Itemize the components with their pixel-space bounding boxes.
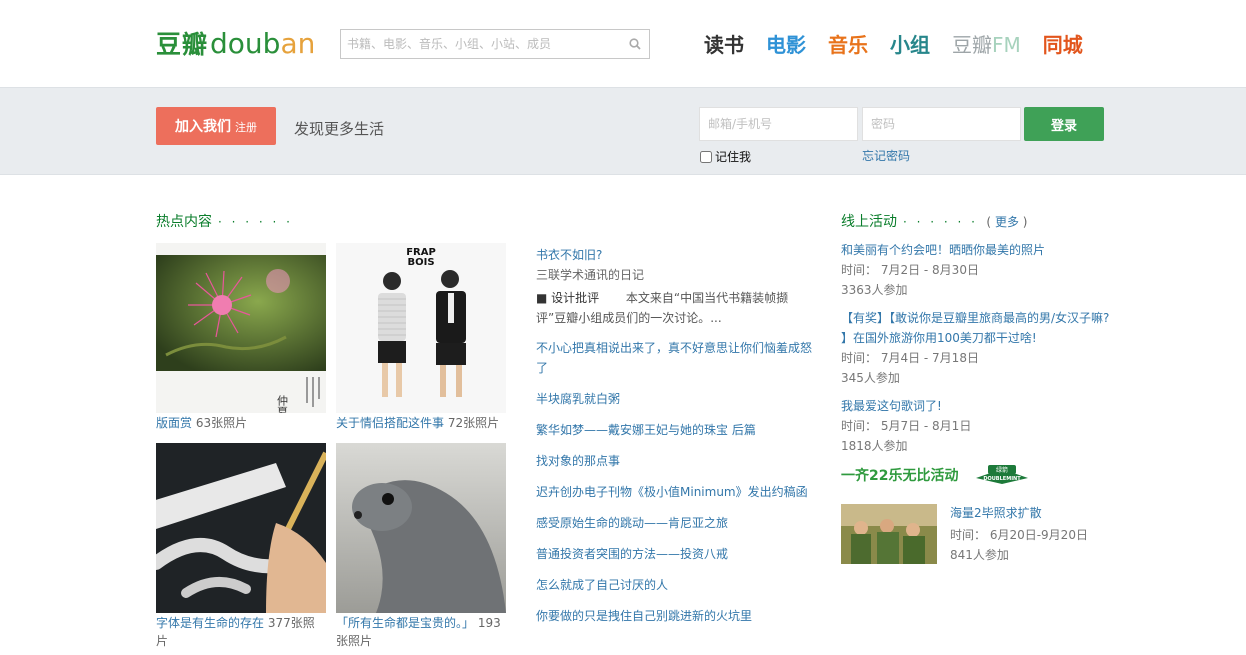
article-link[interactable]: 找对象的那点事 bbox=[536, 451, 814, 471]
photo-title[interactable]: 版面赏 bbox=[156, 416, 192, 430]
nav-music[interactable]: 音乐 bbox=[828, 31, 868, 59]
activity-count: 3363人参加 bbox=[841, 283, 908, 297]
search-icon[interactable] bbox=[629, 38, 641, 50]
activity-item: 【有奖】【敢说你是豆瓣里旅商最高的男/女汉子嘛? 】在国外旅游你用100美刀都干… bbox=[841, 308, 1111, 388]
photo-caption: 「所有生命都是宝贵的。」 193张照片 bbox=[336, 616, 501, 648]
article-link[interactable]: 半块腐乳就白粥 bbox=[536, 389, 814, 409]
activity-item: 和美丽有个约会吧！晒晒你最美的照片 时间： 7月2日 - 8月30日 3363人… bbox=[841, 240, 1111, 300]
article-link[interactable]: 普通投资者突围的方法——投资八戒 bbox=[536, 544, 814, 564]
article-list: 不小心把真相说出来了，真不好意思让你们恼羞成怒了 半块腐乳就白粥 繁华如梦——戴… bbox=[536, 338, 814, 626]
login-band: 加入我们注册 发现更多生活 登录 记住我 忘记密码 bbox=[0, 87, 1246, 175]
svg-text:DOUBLEMINT: DOUBLEMINT bbox=[984, 476, 1022, 482]
activity-title[interactable]: 我最爱这句歌词了! bbox=[841, 396, 1111, 416]
activity-title[interactable]: 【有奖】【敢说你是豆瓣里旅商最高的男/女汉子嘛? 】在国外旅游你用100美刀都干… bbox=[841, 308, 1111, 348]
photo-album: FRAP BOIS 关于情侣搭配这件事 72张照片 bbox=[336, 243, 506, 432]
photo-album: 字体是有生命的存在 377张照片 bbox=[156, 443, 326, 650]
photo-thumb-couple[interactable]: FRAP BOIS bbox=[336, 243, 506, 413]
promo-item-title[interactable]: 海量2毕照求扩散 bbox=[950, 504, 1120, 522]
photo-caption: 关于情侣搭配这件事 72张照片 bbox=[336, 416, 500, 430]
hot-section-title: 热点内容 · · · · · · bbox=[156, 214, 293, 230]
photo-album: 仲夏合欢 版面赏 63张照片 bbox=[156, 243, 326, 432]
photo-thumb-flower[interactable]: 仲夏合欢 bbox=[156, 243, 326, 413]
hot-articles: 书衣不如旧? 三联学术通讯的日记 ■ 设计批评 本文来自“中国当代书籍装帧撷评”… bbox=[536, 246, 814, 637]
article-desc: ■ 设计批评 本文来自“中国当代书籍装帧撷评”豆瓣小组成员们的一次讨论。... bbox=[536, 291, 789, 325]
promo-item-time: 时间： 6月20日-9月20日 bbox=[950, 528, 1088, 542]
photo-thumb-seal[interactable] bbox=[336, 443, 506, 613]
article-link[interactable]: 感受原始生命的跳动——肯尼亚之旅 bbox=[536, 513, 814, 533]
photo-thumb-lettering[interactable] bbox=[156, 443, 326, 613]
more-link[interactable]: 更多 bbox=[995, 215, 1019, 229]
nav-city[interactable]: 同城 bbox=[1043, 31, 1083, 59]
password-field[interactable] bbox=[862, 107, 1021, 141]
article-link[interactable]: 你要做的只是拽住自己别跳进新的火坑里 bbox=[536, 606, 814, 626]
photo-title[interactable]: 关于情侣搭配这件事 bbox=[336, 416, 444, 430]
douban-logo[interactable]: 豆瓣 douban bbox=[156, 25, 315, 61]
forgot-password-link[interactable]: 忘记密码 bbox=[862, 147, 910, 164]
slogan: 发现更多生活 bbox=[294, 120, 385, 138]
photo-album: 「所有生命都是宝贵的。」 193张照片 bbox=[336, 443, 506, 650]
email-field[interactable] bbox=[699, 107, 858, 141]
top-header: 豆瓣 douban 读书 电影 音乐 小组 豆瓣FM 同城 bbox=[0, 0, 1246, 87]
photo-caption: 字体是有生命的存在 377张照片 bbox=[156, 616, 315, 648]
photo-title[interactable]: 字体是有生命的存在 bbox=[156, 616, 264, 630]
logo-en: douban bbox=[210, 27, 316, 60]
logo-cn: 豆瓣 bbox=[156, 30, 209, 59]
svg-text:BOIS: BOIS bbox=[407, 257, 434, 268]
promo-item: 海量2毕照求扩散 时间： 6月20日-9月20日 841人参加 bbox=[841, 504, 1111, 566]
search-box bbox=[340, 29, 650, 59]
promo-header: 一齐22乐无比活动 绿箭 DOUBLEMINT bbox=[841, 465, 1030, 485]
poster-text: 仲夏合欢 bbox=[276, 394, 289, 413]
nav-movie[interactable]: 电影 bbox=[766, 31, 806, 59]
promo-info: 海量2毕照求扩散 时间： 6月20日-9月20日 841人参加 bbox=[950, 504, 1120, 562]
article-source: 三联学术通讯的日记 bbox=[536, 268, 645, 282]
article-link[interactable]: 怎么就成了自己讨厌的人 bbox=[536, 575, 814, 595]
promo-item-count: 841人参加 bbox=[950, 548, 1009, 562]
login-button[interactable]: 登录 bbox=[1024, 107, 1104, 141]
article-link[interactable]: 不小心把真相说出来了，真不好意思让你们恼羞成怒了 bbox=[536, 338, 814, 378]
search-input[interactable] bbox=[341, 30, 623, 58]
main-nav: 读书 电影 音乐 小组 豆瓣FM 同城 bbox=[704, 31, 1083, 59]
photo-title[interactable]: 「所有生命都是宝贵的。」 bbox=[336, 616, 474, 630]
activity-title[interactable]: 和美丽有个约会吧！晒晒你最美的照片 bbox=[841, 240, 1111, 260]
activity-list: 和美丽有个约会吧！晒晒你最美的照片 时间： 7月2日 - 8月30日 3363人… bbox=[841, 240, 1111, 464]
remember-label: 记住我 bbox=[715, 150, 752, 164]
join-button[interactable]: 加入我们 注册 bbox=[156, 107, 276, 145]
activity-item: 我最爱这句歌词了! 时间： 5月7日 - 8月1日 1818人参加 bbox=[841, 396, 1111, 456]
promo-title[interactable]: 一齐22乐无比活动 bbox=[841, 465, 958, 485]
article-link[interactable]: 迟卉创办电子刊物《极小值Minimum》发出约稿函 bbox=[536, 482, 814, 502]
article-link[interactable]: 繁华如梦——戴安娜王妃与她的珠宝 后篇 bbox=[536, 420, 814, 440]
activity-time: 时间： 7月2日 - 8月30日 bbox=[841, 263, 979, 277]
featured-article: 书衣不如旧? 三联学术通讯的日记 ■ 设计批评 本文来自“中国当代书籍装帧撷评”… bbox=[536, 246, 814, 328]
nav-group[interactable]: 小组 bbox=[890, 31, 930, 59]
remember-me[interactable]: 记住我 bbox=[700, 148, 751, 165]
nav-book[interactable]: 读书 bbox=[704, 31, 744, 59]
activity-count: 345人参加 bbox=[841, 371, 900, 385]
nav-fm[interactable]: 豆瓣FM bbox=[952, 31, 1021, 59]
activity-count: 1818人参加 bbox=[841, 439, 908, 453]
svg-text:绿箭: 绿箭 bbox=[996, 466, 1008, 474]
doublemint-logo: 绿箭 DOUBLEMINT bbox=[976, 465, 1029, 484]
online-section-title: 线上活动 · · · · · · ( 更多 ) bbox=[841, 214, 1028, 230]
remember-checkbox[interactable] bbox=[700, 150, 712, 163]
activity-time: 时间： 5月7日 - 8月1日 bbox=[841, 419, 972, 433]
article-link[interactable]: 书衣不如旧? bbox=[536, 246, 814, 264]
photo-caption: 版面赏 63张照片 bbox=[156, 416, 248, 430]
activity-time: 时间： 7月4日 - 7月18日 bbox=[841, 351, 979, 365]
